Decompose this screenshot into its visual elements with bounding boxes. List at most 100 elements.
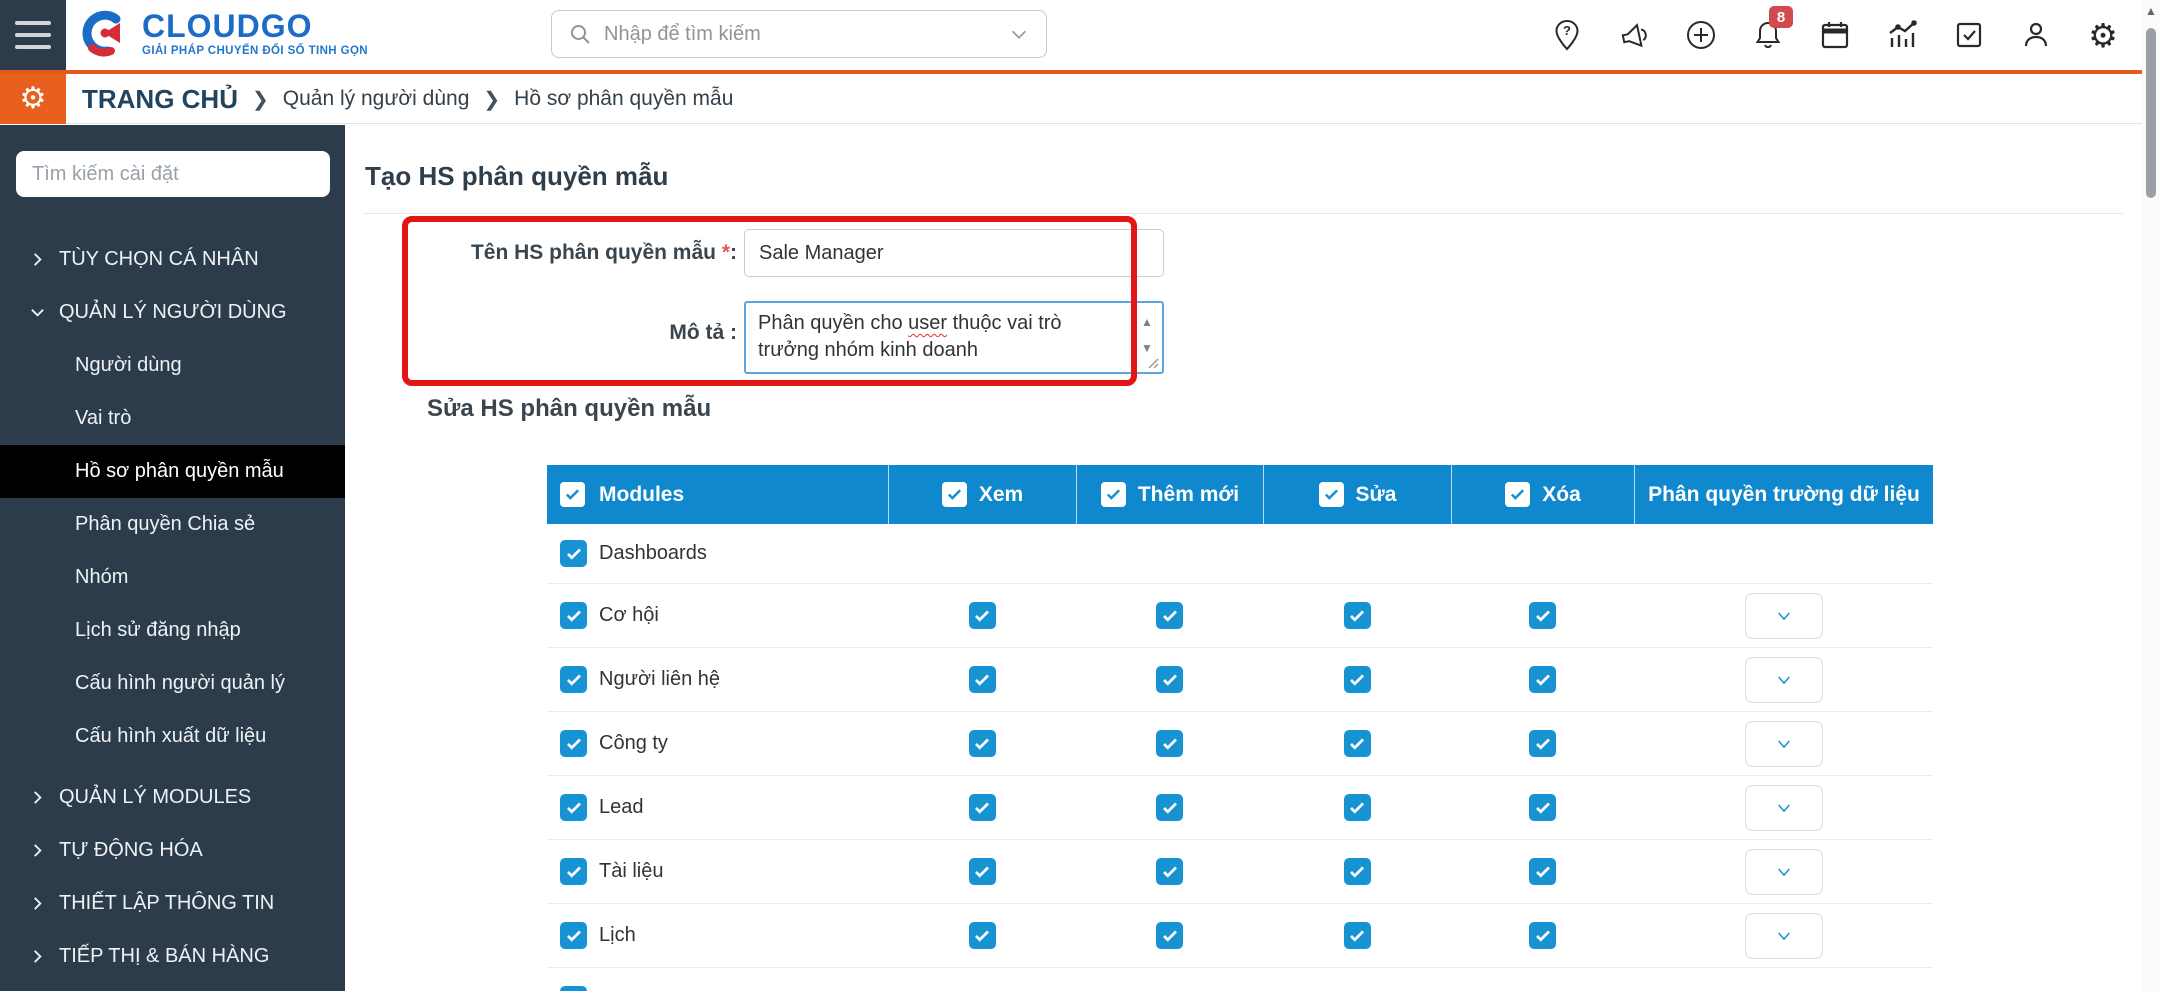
delete-checkbox[interactable] — [1529, 730, 1556, 757]
module-checkbox[interactable] — [560, 794, 587, 821]
scrollbar-up-icon[interactable]: ▲ — [2144, 4, 2158, 20]
edit-checkbox[interactable] — [1344, 922, 1371, 949]
global-search[interactable] — [551, 10, 1047, 58]
module-checkbox[interactable] — [560, 602, 587, 629]
select-all-edit-checkbox[interactable] — [1319, 482, 1344, 507]
sidebar-section-user-management[interactable]: QUẢN LÝ NGƯỜI DÙNG — [0, 286, 345, 339]
sidebar-item-login-history[interactable]: Lịch sử đăng nhập — [0, 604, 345, 657]
table-row-tai-lieu: Tài liệu — [547, 840, 1933, 904]
module-label: Công ty — [599, 732, 668, 755]
view-checkbox[interactable] — [969, 730, 996, 757]
breadcrumb-item-users[interactable]: Quản lý người dùng — [283, 87, 470, 111]
field-permission-expand-button[interactable] — [1745, 657, 1823, 703]
edit-checkbox[interactable] — [1344, 602, 1371, 629]
sidebar-item-groups[interactable]: Nhóm — [0, 551, 345, 604]
edit-checkbox[interactable] — [1344, 858, 1371, 885]
description-textarea[interactable]: Phân quyền cho user thuộc vai trò trưởng… — [744, 301, 1164, 374]
sidebar-section-personal[interactable]: TÙY CHỌN CÁ NHÂN — [0, 233, 345, 286]
create-checkbox[interactable] — [1156, 794, 1183, 821]
megaphone-icon[interactable] — [1617, 18, 1651, 52]
breadcrumb-home[interactable]: TRANG CHỦ — [82, 84, 238, 115]
edit-checkbox[interactable] — [1344, 730, 1371, 757]
delete-checkbox[interactable] — [1529, 666, 1556, 693]
column-header: Xóa — [1542, 483, 1581, 507]
scrollbar-thumb[interactable] — [2146, 28, 2156, 198]
calendar-icon[interactable] — [1818, 18, 1852, 52]
view-checkbox[interactable] — [969, 794, 996, 821]
field-permission-expand-button[interactable] — [1745, 721, 1823, 767]
sidebar-item-users[interactable]: Người dùng — [0, 339, 345, 392]
breadcrumb-bar: ⚙ TRANG CHỦ ❯ Quản lý người dùng ❯ Hồ sơ… — [0, 74, 2160, 124]
settings-section-icon[interactable]: ⚙ — [0, 74, 66, 124]
sidebar-section-marketing-sales[interactable]: TIẾP THỊ & BÁN HÀNG — [0, 930, 345, 983]
module-checkbox[interactable] — [560, 858, 587, 885]
delete-checkbox[interactable] — [1529, 602, 1556, 629]
module-checkbox[interactable] — [560, 730, 587, 757]
view-checkbox[interactable] — [969, 602, 996, 629]
sidebar-section-modules[interactable]: QUẢN LÝ MODULES — [0, 771, 345, 824]
view-checkbox[interactable] — [969, 858, 996, 885]
module-checkbox[interactable] — [560, 666, 587, 693]
analytics-icon[interactable] — [1885, 18, 1919, 52]
sidebar-item-export-config[interactable]: Cấu hình xuất dữ liệu — [0, 710, 345, 763]
view-checkbox[interactable] — [969, 666, 996, 693]
select-all-modules-checkbox[interactable] — [560, 482, 585, 507]
tasks-icon[interactable] — [1952, 18, 1986, 52]
breadcrumb: TRANG CHỦ ❯ Quản lý người dùng ❯ Hồ sơ p… — [82, 74, 733, 124]
page-scrollbar[interactable]: ▲ — [2142, 0, 2160, 991]
delete-checkbox[interactable] — [1529, 858, 1556, 885]
create-checkbox[interactable] — [1156, 730, 1183, 757]
create-checkbox[interactable] — [1156, 602, 1183, 629]
settings-gear-icon[interactable]: ⚙ — [2086, 18, 2120, 52]
edit-checkbox[interactable] — [1344, 794, 1371, 821]
module-checkbox[interactable] — [560, 540, 587, 567]
module-label: Người liên hệ — [599, 668, 720, 691]
edit-profile-subtitle: Sửa HS phân quyền mẫu — [427, 395, 711, 423]
sidebar-section-info-setup[interactable]: THIẾT LẬP THÔNG TIN — [0, 877, 345, 930]
profile-name-input[interactable] — [744, 229, 1164, 277]
resize-grip-icon[interactable] — [1148, 358, 1159, 369]
select-all-create-checkbox[interactable] — [1101, 482, 1126, 507]
table-row-lead: Lead — [547, 776, 1933, 840]
module-checkbox[interactable] — [560, 986, 587, 991]
plus-circle-icon[interactable] — [1684, 18, 1718, 52]
help-pin-icon[interactable]: ? — [1550, 18, 1584, 52]
breadcrumb-item-profile[interactable]: Hồ sơ phân quyền mẫu — [514, 87, 733, 111]
edit-checkbox[interactable] — [1344, 666, 1371, 693]
chevron-right-icon — [30, 896, 45, 911]
column-header: Modules — [599, 483, 684, 507]
table-row-lich: Lịch — [547, 904, 1933, 968]
module-checkbox[interactable] — [560, 922, 587, 949]
global-search-input[interactable] — [604, 23, 996, 46]
sidebar-item-roles[interactable]: Vai trò — [0, 392, 345, 445]
scroll-up-icon[interactable]: ▲ — [1140, 309, 1154, 336]
chevron-down-icon[interactable] — [1008, 23, 1030, 45]
delete-checkbox[interactable] — [1529, 922, 1556, 949]
field-permission-expand-button[interactable] — [1745, 593, 1823, 639]
table-row-cong-ty: Công ty — [547, 712, 1933, 776]
sidebar-item-sharing-permissions[interactable]: Phân quyền Chia sẻ — [0, 498, 345, 551]
create-checkbox[interactable] — [1156, 858, 1183, 885]
create-checkbox[interactable] — [1156, 666, 1183, 693]
sidebar-item-manager-config[interactable]: Cấu hình người quản lý — [0, 657, 345, 710]
create-checkbox[interactable] — [1156, 922, 1183, 949]
menu-toggle-button[interactable] — [0, 0, 66, 70]
table-row-dashboards: Dashboards — [547, 524, 1933, 584]
sidebar-search-input[interactable] — [16, 151, 330, 197]
module-label: Tài liệu — [599, 860, 663, 883]
sidebar-item-permission-profiles[interactable]: Hồ sơ phân quyền mẫu — [0, 445, 345, 498]
sidebar-section-automation[interactable]: TỰ ĐỘNG HÓA — [0, 824, 345, 877]
brand-tagline: GIẢI PHÁP CHUYỂN ĐỔI SỐ TINH GỌN — [142, 46, 368, 58]
view-checkbox[interactable] — [969, 922, 996, 949]
permission-table: Modules Xem Thêm mới Sửa Xóa — [547, 465, 1933, 991]
select-all-view-checkbox[interactable] — [942, 482, 967, 507]
user-icon[interactable] — [2019, 18, 2053, 52]
field-permission-expand-button[interactable] — [1745, 849, 1823, 895]
chevron-right-icon — [30, 252, 45, 267]
select-all-delete-checkbox[interactable] — [1505, 482, 1530, 507]
delete-checkbox[interactable] — [1529, 794, 1556, 821]
bell-icon[interactable]: 8 — [1751, 18, 1785, 52]
field-permission-expand-button[interactable] — [1745, 913, 1823, 959]
field-permission-expand-button[interactable] — [1745, 785, 1823, 831]
app-logo[interactable]: CLOUDGO GIẢI PHÁP CHUYỂN ĐỔI SỐ TINH GỌN — [78, 8, 368, 60]
